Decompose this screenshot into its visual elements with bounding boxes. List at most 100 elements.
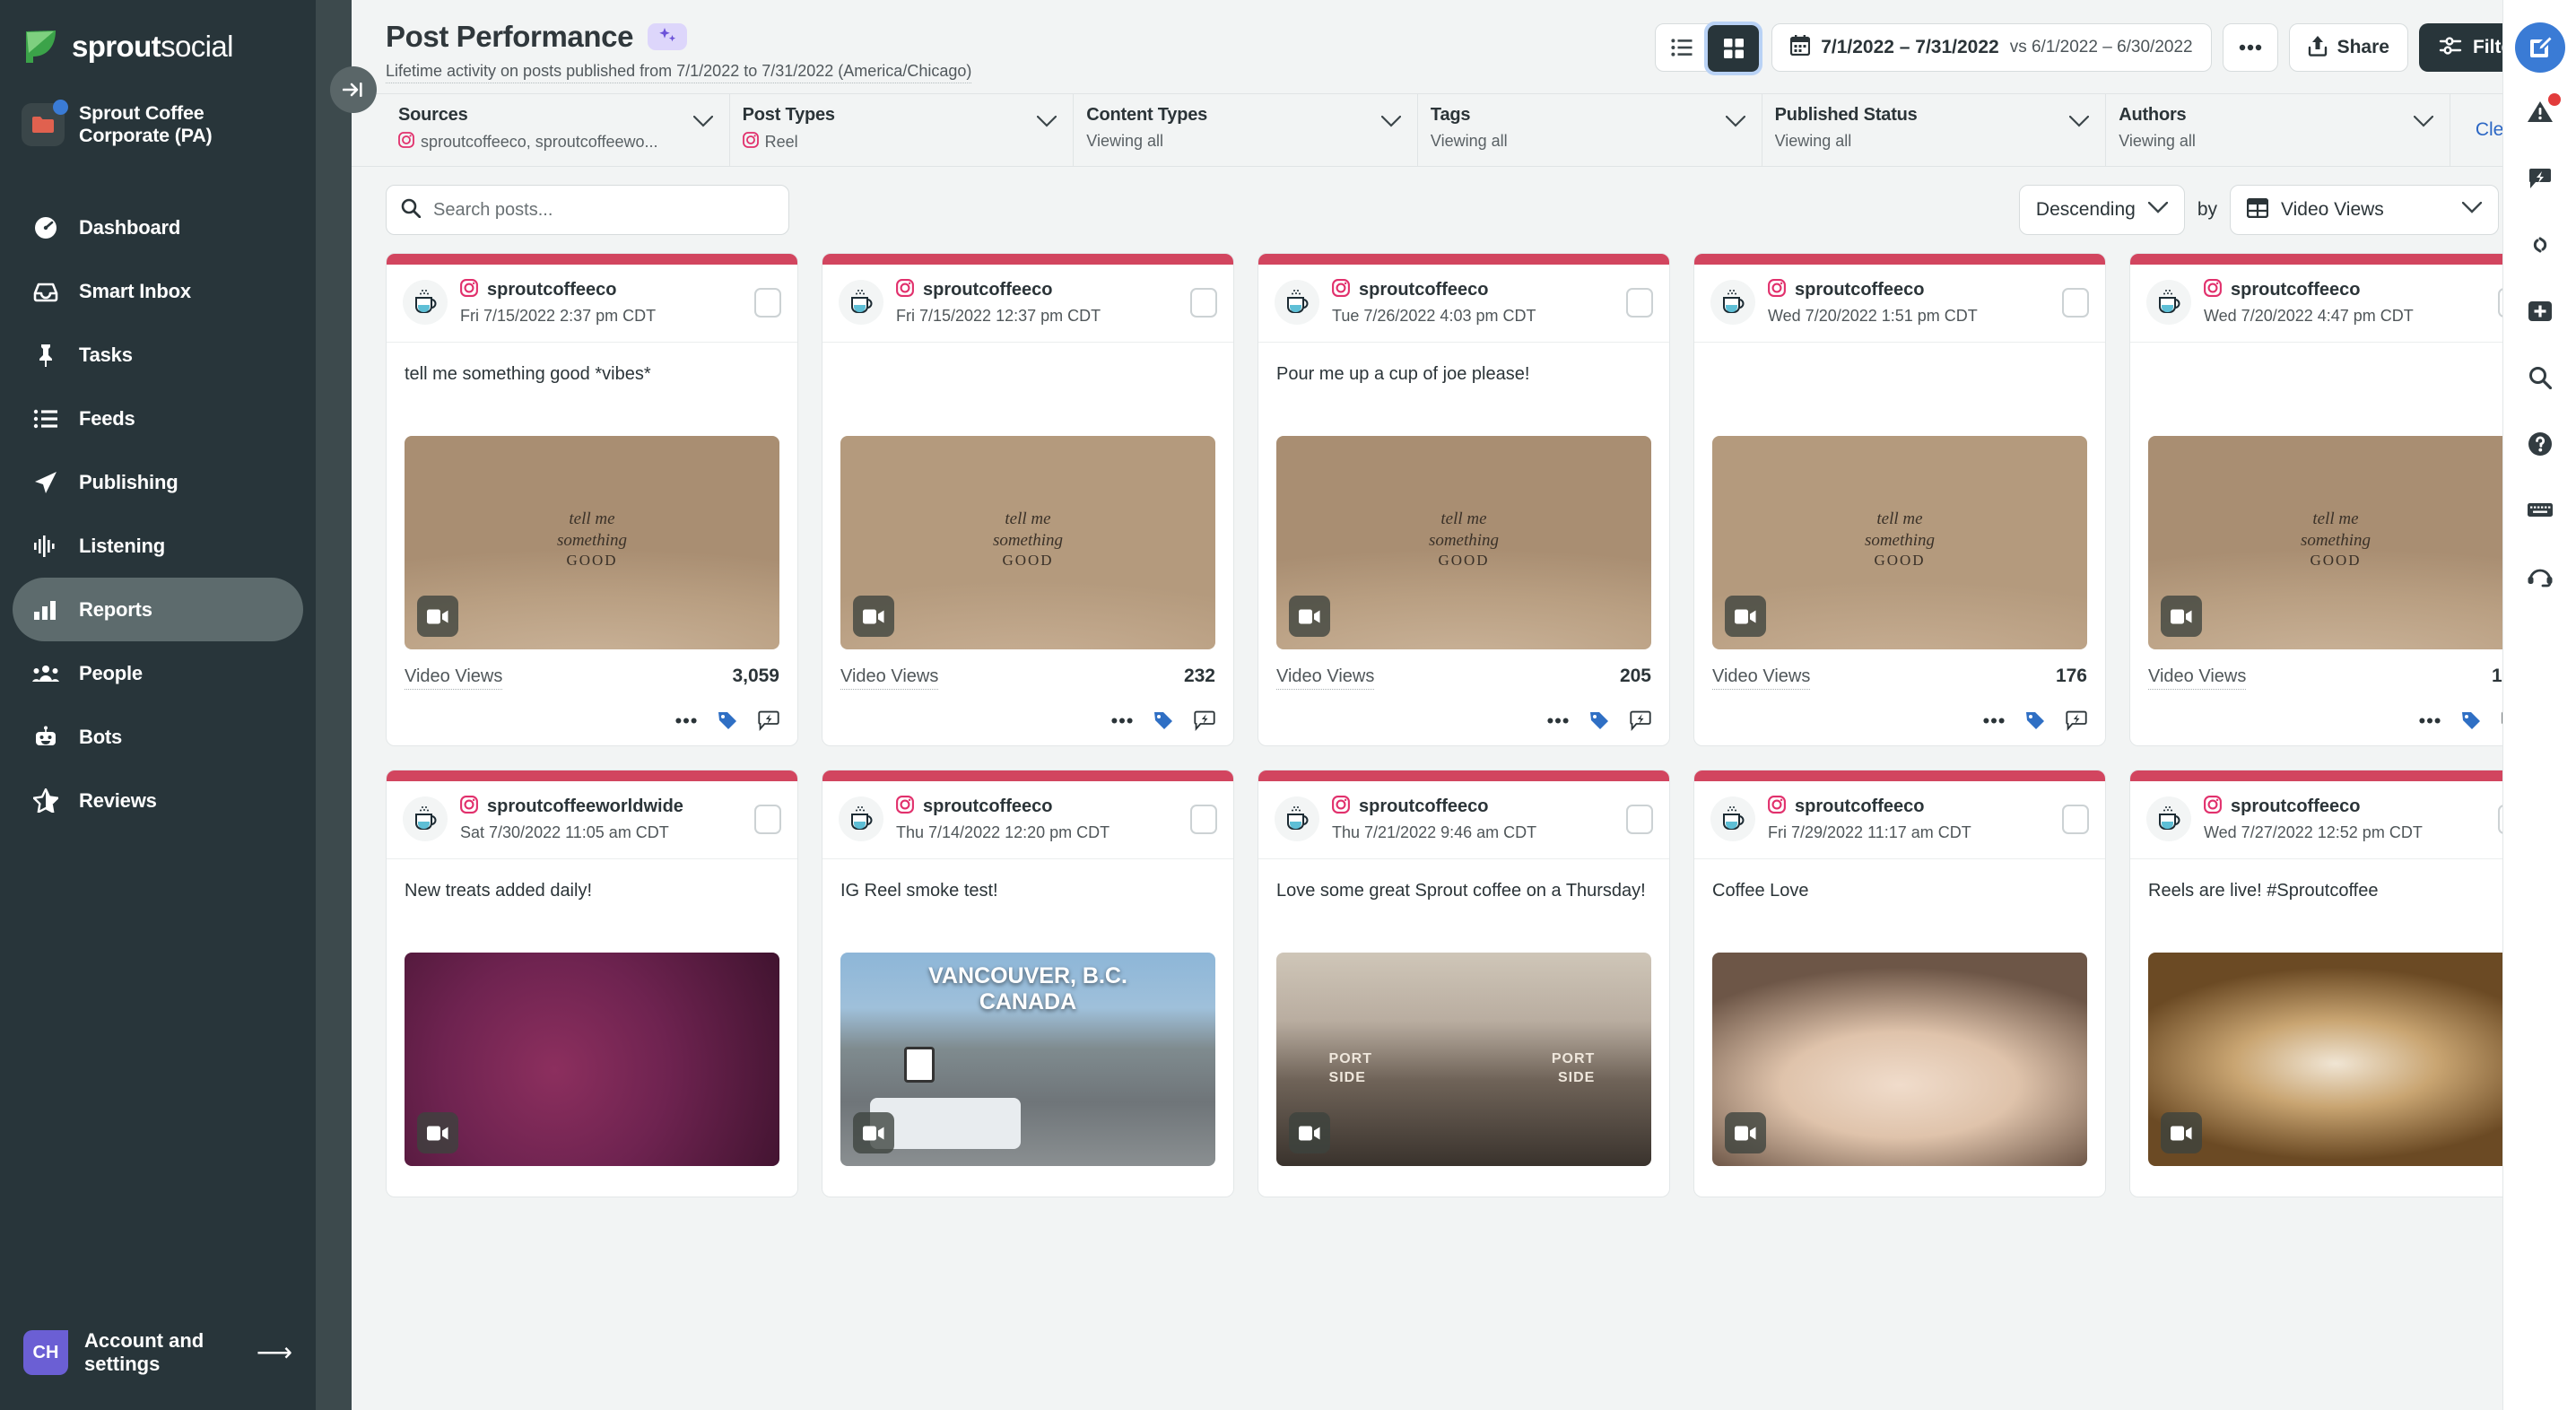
alerts-button[interactable] — [2503, 81, 2576, 147]
account-name[interactable]: sproutcoffeeco — [2231, 280, 2360, 300]
post-checkbox[interactable] — [2062, 288, 2089, 318]
sort-direction-select[interactable]: Descending — [2019, 185, 2185, 235]
post-more-button[interactable] — [2419, 718, 2441, 724]
post-media[interactable]: tell mesomethingGOOD — [840, 436, 1215, 649]
account-name[interactable]: sproutcoffeeco — [2231, 796, 2360, 817]
post-more-button[interactable] — [1547, 718, 1569, 724]
post-checkbox[interactable] — [2062, 805, 2089, 834]
search-button[interactable] — [2503, 346, 2576, 413]
sidebar-item-reports[interactable]: Reports — [13, 578, 303, 641]
sort-metric-select[interactable]: Video Views — [2230, 185, 2499, 235]
posts-grid-scroll[interactable]: sproutcoffeecoFri 7/15/2022 2:37 pm CDTt… — [352, 253, 2576, 1410]
collapse-sidebar-button[interactable] — [330, 66, 377, 113]
account-name[interactable]: sproutcoffeeworldwide — [487, 796, 683, 817]
post-checkbox[interactable] — [754, 288, 781, 318]
tag-post-button[interactable] — [2024, 709, 2046, 731]
sprout-reply-button[interactable] — [2066, 710, 2087, 731]
add-button[interactable] — [2503, 280, 2576, 346]
metric-label[interactable]: Video Views — [840, 666, 938, 690]
cups-text-overlay-2: PORTSIDE — [1552, 1050, 1595, 1088]
sidebar-item-feeds[interactable]: Feeds — [13, 387, 303, 450]
sidebar-item-listening[interactable]: Listening — [13, 514, 303, 578]
sprout-reply-button[interactable] — [758, 710, 779, 731]
sprout-reply-button[interactable] — [1630, 710, 1651, 731]
post-more-button[interactable] — [1983, 718, 2005, 724]
post-media[interactable]: tell mesomethingGOOD — [1276, 436, 1651, 649]
account-name[interactable]: sproutcoffeeco — [487, 280, 616, 300]
post-media[interactable]: tell mesomethingGOOD — [2148, 436, 2523, 649]
post-media[interactable]: tell mesomethingGOOD — [405, 436, 779, 649]
metric-label[interactable]: Video Views — [405, 666, 502, 690]
post-text: Love some great Sprout coffee on a Thurs… — [1276, 877, 1651, 933]
account-and-settings-button[interactable]: CH Account and settings ⟶ — [0, 1326, 316, 1380]
post-card[interactable]: sproutcoffeecoWed 7/20/2022 1:51 pm CDTt… — [1693, 253, 2106, 746]
sidebar-item-bots[interactable]: Bots — [13, 705, 303, 769]
sidebar-item-publishing[interactable]: Publishing — [13, 450, 303, 514]
filter-tags[interactable]: Tags Viewing all — [1418, 94, 1762, 166]
support-button[interactable] — [2503, 545, 2576, 612]
post-card[interactable]: sproutcoffeecoFri 7/15/2022 2:37 pm CDTt… — [386, 253, 798, 746]
post-media[interactable]: VANCOUVER, B.C.CANADA — [840, 953, 1215, 1166]
metric-label[interactable]: Video Views — [1712, 666, 1810, 690]
post-checkbox[interactable] — [1190, 288, 1217, 318]
sidebar-item-people[interactable]: People — [13, 641, 303, 705]
sprout-reply-button[interactable] — [1194, 710, 1215, 731]
compose-button[interactable] — [2503, 14, 2576, 81]
search-input[interactable] — [433, 200, 774, 221]
post-checkbox[interactable] — [1190, 805, 1217, 834]
post-card[interactable]: sproutcoffeecoFri 7/29/2022 11:17 am CDT… — [1693, 770, 2106, 1197]
list-view-icon[interactable] — [1656, 24, 1707, 71]
account-name[interactable]: sproutcoffeeco — [923, 796, 1052, 817]
post-checkbox[interactable] — [754, 805, 781, 834]
post-checkbox[interactable] — [1626, 805, 1653, 834]
brand-logo[interactable]: sproutsocial — [0, 0, 316, 66]
metric-label[interactable]: Video Views — [1276, 666, 1374, 690]
post-card[interactable]: sproutcoffeecoFri 7/15/2022 12:37 pm CDT… — [822, 253, 1234, 746]
share-button[interactable]: Share — [2289, 23, 2408, 72]
sidebar-item-reviews[interactable]: Reviews — [13, 769, 303, 832]
filter-authors[interactable]: Authors Viewing all — [2106, 94, 2450, 166]
filter-post-types[interactable]: Post Types Reel — [730, 94, 1075, 166]
post-checkbox[interactable] — [1626, 288, 1653, 318]
post-media[interactable] — [405, 953, 779, 1166]
post-card[interactable]: sproutcoffeecoWed 7/20/2022 4:47 pm CDTt… — [2129, 253, 2542, 746]
sparkle-icon[interactable] — [648, 23, 687, 50]
more-options-button[interactable] — [2223, 23, 2278, 72]
filter-content-types[interactable]: Content Types Viewing all — [1074, 94, 1418, 166]
sidebar-item-tasks[interactable]: Tasks — [13, 323, 303, 387]
sprout-message-button[interactable] — [2503, 147, 2576, 213]
post-media[interactable]: PORTSIDEPORTSIDE — [1276, 953, 1651, 1166]
workspace-status-dot — [53, 100, 68, 115]
tag-post-button[interactable] — [1588, 709, 1610, 731]
sidebar-item-smart-inbox[interactable]: Smart Inbox — [13, 259, 303, 323]
post-more-button[interactable] — [675, 718, 697, 724]
date-range-picker[interactable]: 7/1/2022 – 7/31/2022 vs 6/1/2022 – 6/30/… — [1771, 23, 2211, 72]
account-name[interactable]: sproutcoffeeco — [1359, 280, 1488, 300]
filter-published-status[interactable]: Published Status Viewing all — [1762, 94, 2107, 166]
post-card[interactable]: sproutcoffeecoWed 7/27/2022 12:52 pm CDT… — [2129, 770, 2542, 1197]
tag-post-button[interactable] — [717, 709, 738, 731]
post-more-button[interactable] — [1111, 718, 1133, 724]
sidebar-item-dashboard[interactable]: Dashboard — [13, 196, 303, 259]
post-card[interactable]: sproutcoffeeworldwideSat 7/30/2022 11:05… — [386, 770, 798, 1197]
account-name[interactable]: sproutcoffeeco — [923, 280, 1052, 300]
account-name[interactable]: sproutcoffeeco — [1359, 796, 1488, 817]
grid-view-icon[interactable] — [1708, 25, 1759, 72]
tag-post-button[interactable] — [1153, 709, 1174, 731]
post-media[interactable]: tell mesomethingGOOD — [1712, 436, 2087, 649]
search-posts-box[interactable] — [386, 185, 789, 235]
post-card[interactable]: sproutcoffeecoThu 7/14/2022 12:20 pm CDT… — [822, 770, 1234, 1197]
post-card[interactable]: sproutcoffeecoThu 7/21/2022 9:46 am CDTL… — [1258, 770, 1670, 1197]
workspace-selector[interactable]: Sprout Coffee Corporate (PA) — [0, 97, 316, 152]
help-button[interactable] — [2503, 413, 2576, 479]
metric-label[interactable]: Video Views — [2148, 666, 2246, 690]
link-button[interactable] — [2503, 213, 2576, 280]
post-media[interactable] — [2148, 953, 2523, 1166]
tag-post-button[interactable] — [2460, 709, 2482, 731]
account-name[interactable]: sproutcoffeeco — [1795, 796, 1924, 817]
post-media[interactable] — [1712, 953, 2087, 1166]
keyboard-shortcuts-button[interactable] — [2503, 479, 2576, 545]
filter-sources[interactable]: Sources sproutcoffeeco, sproutcoffeewo..… — [386, 94, 730, 166]
account-name[interactable]: sproutcoffeeco — [1795, 280, 1924, 300]
post-card[interactable]: sproutcoffeecoTue 7/26/2022 4:03 pm CDTP… — [1258, 253, 1670, 746]
